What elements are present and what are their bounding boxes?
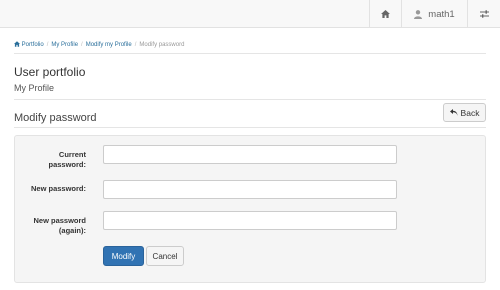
page-subtitle: My Profile <box>14 83 55 93</box>
nav-home-button[interactable] <box>369 0 401 28</box>
new-password-again-input[interactable] <box>103 211 397 230</box>
divider <box>14 127 486 128</box>
breadcrumb-current: Modify password <box>139 42 185 48</box>
cancel-button[interactable]: Cancel <box>146 246 184 266</box>
breadcrumb-my-profile[interactable]: My Profile <box>51 42 78 48</box>
new-password-again-label-line1: New password <box>33 216 86 225</box>
section-title: Modify password <box>14 112 97 124</box>
top-navbar: math1 <box>0 0 500 28</box>
current-password-label: Current password: <box>16 150 86 170</box>
new-password-input[interactable] <box>103 180 397 199</box>
divider <box>14 53 486 54</box>
new-password-label: New password: <box>16 184 86 194</box>
home-icon <box>381 10 390 18</box>
current-password-label-line1: Current <box>58 150 86 159</box>
back-button[interactable]: Back <box>443 103 486 122</box>
page-title: User portfolio <box>14 65 86 79</box>
breadcrumb-separator: / <box>81 42 83 48</box>
breadcrumb-modify-profile[interactable]: Modify my Profile <box>86 42 132 48</box>
new-password-label-text: New password: <box>30 184 86 193</box>
nav-settings-button[interactable] <box>467 0 500 28</box>
current-password-input[interactable] <box>103 145 397 164</box>
back-arrow-icon <box>449 109 458 116</box>
sliders-icon <box>479 10 489 18</box>
breadcrumb-separator: / <box>46 42 49 48</box>
new-password-again-label: New password (again): <box>16 216 86 236</box>
divider <box>14 99 486 100</box>
nav-user-menu[interactable]: math1 <box>401 0 467 28</box>
breadcrumb-separator: / <box>134 42 137 48</box>
breadcrumb-portfolio[interactable]: Portfolio <box>22 42 44 48</box>
user-icon <box>414 9 423 19</box>
user-name: math1 <box>428 8 455 20</box>
new-password-again-label-line2: (again): <box>58 226 86 235</box>
modify-button[interactable]: Modify <box>103 246 144 266</box>
current-password-label-line2: password: <box>48 160 86 169</box>
back-button-label: Back <box>460 107 480 118</box>
breadcrumb: Portfolio / My Profile / Modify my Profile / M… <box>14 41 184 48</box>
home-icon <box>14 41 20 47</box>
